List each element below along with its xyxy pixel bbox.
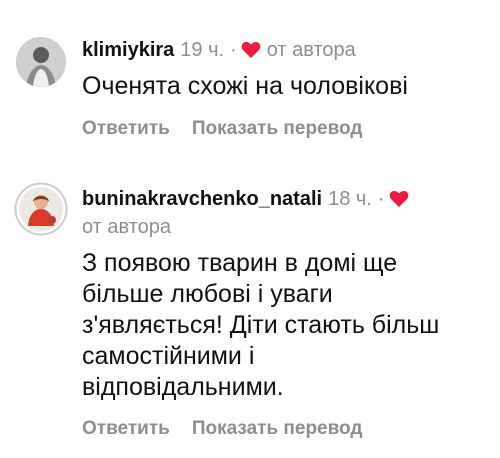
comment-text-line: з'являється! Діти стають більш <box>82 311 440 339</box>
comment-header-wrap: от автора <box>82 215 171 239</box>
comment-text-line: самостійними і <box>82 342 255 370</box>
avatar[interactable] <box>14 182 68 236</box>
comment-item-2: buninakravchenko_natali 18 ч. · от автора … <box>0 0 500 458</box>
liked-by-author-label: от автора <box>82 216 172 238</box>
show-translation-button[interactable]: Показать перевод <box>192 418 363 439</box>
comment-text-line: більше любові і уваги <box>82 280 333 308</box>
comment-text-line: відповідальними. <box>82 373 284 401</box>
username[interactable]: buninakravchenko_natali <box>82 188 322 210</box>
user-photo-icon <box>14 182 68 236</box>
heart-icon <box>389 191 408 207</box>
comment-header: buninakravchenko_natali 18 ч. · <box>82 187 415 211</box>
comment-text-line: З появою тварин в домі ще <box>82 249 398 277</box>
separator: · <box>377 188 385 210</box>
timestamp: 18 ч. <box>328 188 372 210</box>
comment-actions: Ответить Показать перевод <box>82 417 362 441</box>
reply-button[interactable]: Ответить <box>82 418 170 439</box>
